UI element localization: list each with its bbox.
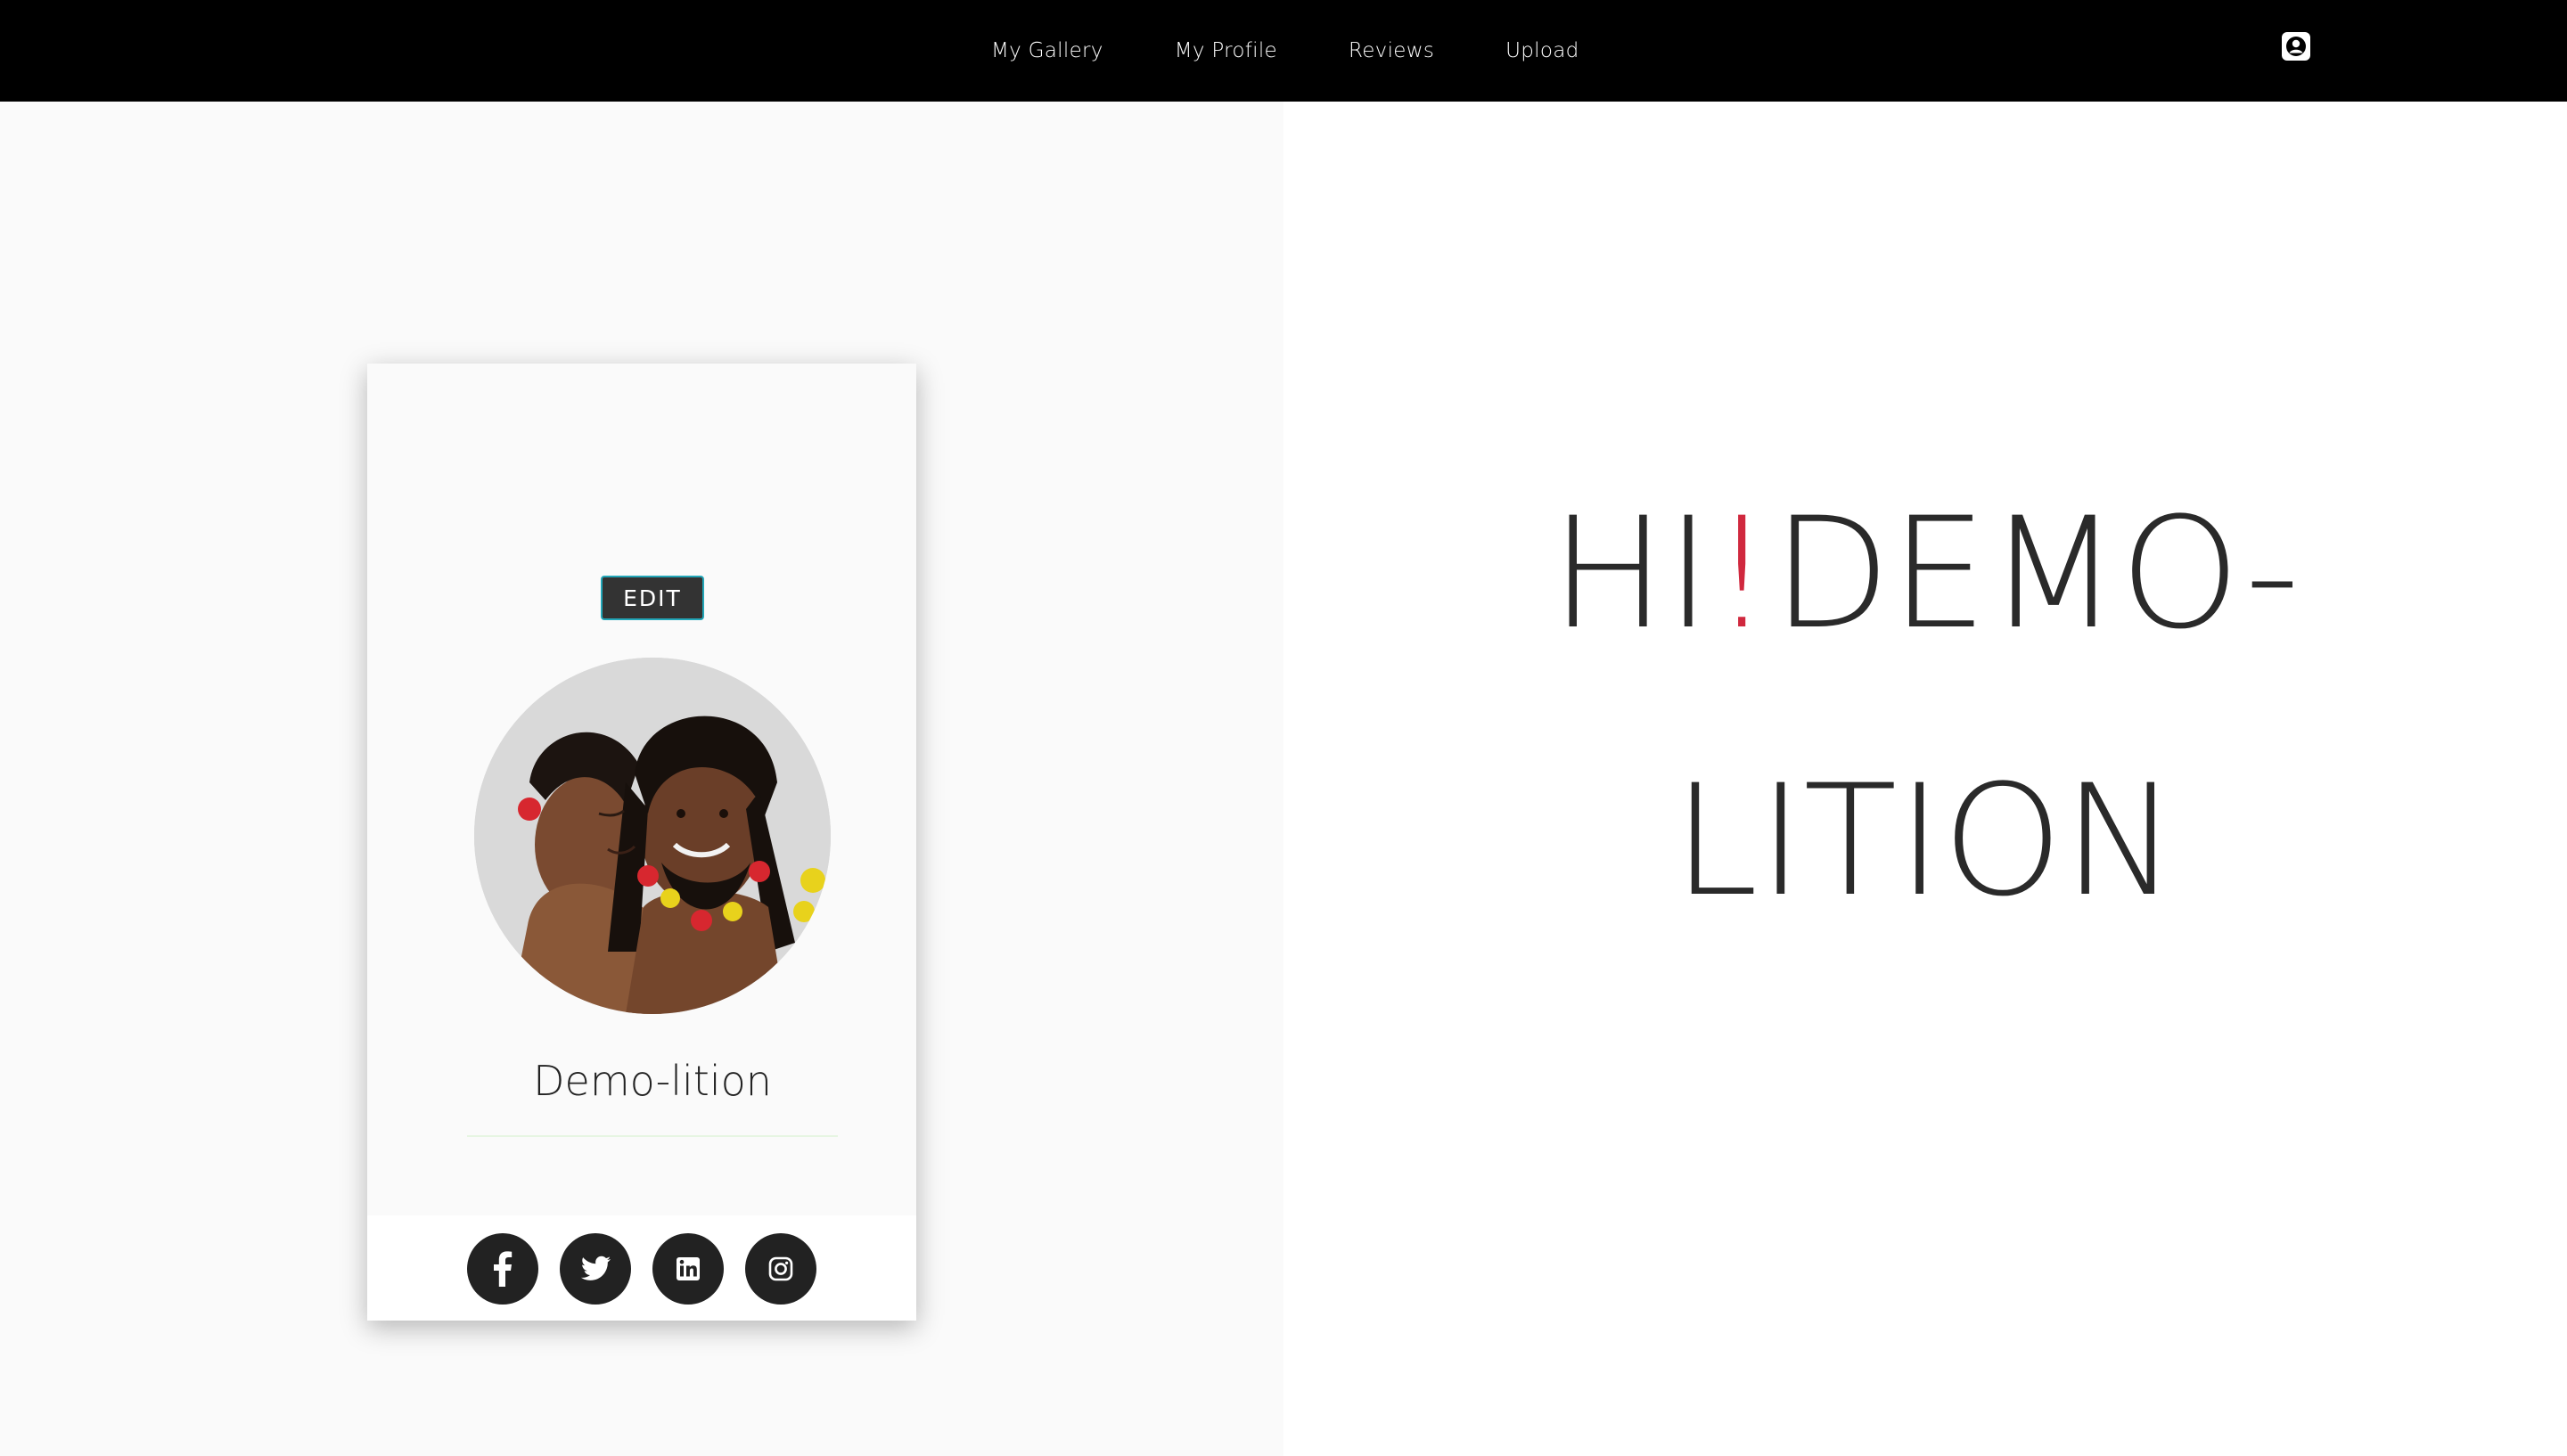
nav-link-my-gallery[interactable]: My Gallery: [991, 39, 1103, 62]
instagram-icon[interactable]: [745, 1233, 816, 1305]
facebook-icon[interactable]: [467, 1233, 538, 1305]
greeting-prefix: HI: [1550, 484, 1711, 663]
edit-button[interactable]: EDIT: [601, 576, 704, 620]
social-links-bar: [367, 1215, 916, 1321]
user-circle-icon[interactable]: [2282, 32, 2310, 61]
greeting-name-part-1: DEMO-: [1772, 484, 2300, 663]
nav-link-my-profile[interactable]: My Profile: [1175, 39, 1277, 62]
greeting-heading: HI!DEMO- LITION: [1284, 440, 2567, 975]
left-panel: EDIT Demo-lition: [0, 102, 1284, 1456]
nav-link-upload[interactable]: Upload: [1505, 39, 1579, 62]
greeting-line-1: HI!DEMO-: [1284, 440, 2567, 708]
profile-name: Demo-lition: [533, 1057, 772, 1105]
greeting-exclaim: !: [1710, 484, 1773, 663]
divider: [467, 1135, 838, 1137]
top-navbar: My Gallery My Profile Reviews Upload: [0, 0, 2567, 102]
nav-link-reviews[interactable]: Reviews: [1349, 39, 1434, 62]
linkedin-icon[interactable]: [652, 1233, 724, 1305]
avatar: [474, 658, 831, 1014]
nav-links: My Gallery My Profile Reviews Upload: [991, 0, 1651, 102]
twitter-icon[interactable]: [560, 1233, 631, 1305]
profile-card: EDIT Demo-lition: [367, 364, 916, 1321]
right-panel: HI!DEMO- LITION: [1284, 102, 2567, 1456]
greeting-line-2: LITION: [1672, 751, 2178, 930]
